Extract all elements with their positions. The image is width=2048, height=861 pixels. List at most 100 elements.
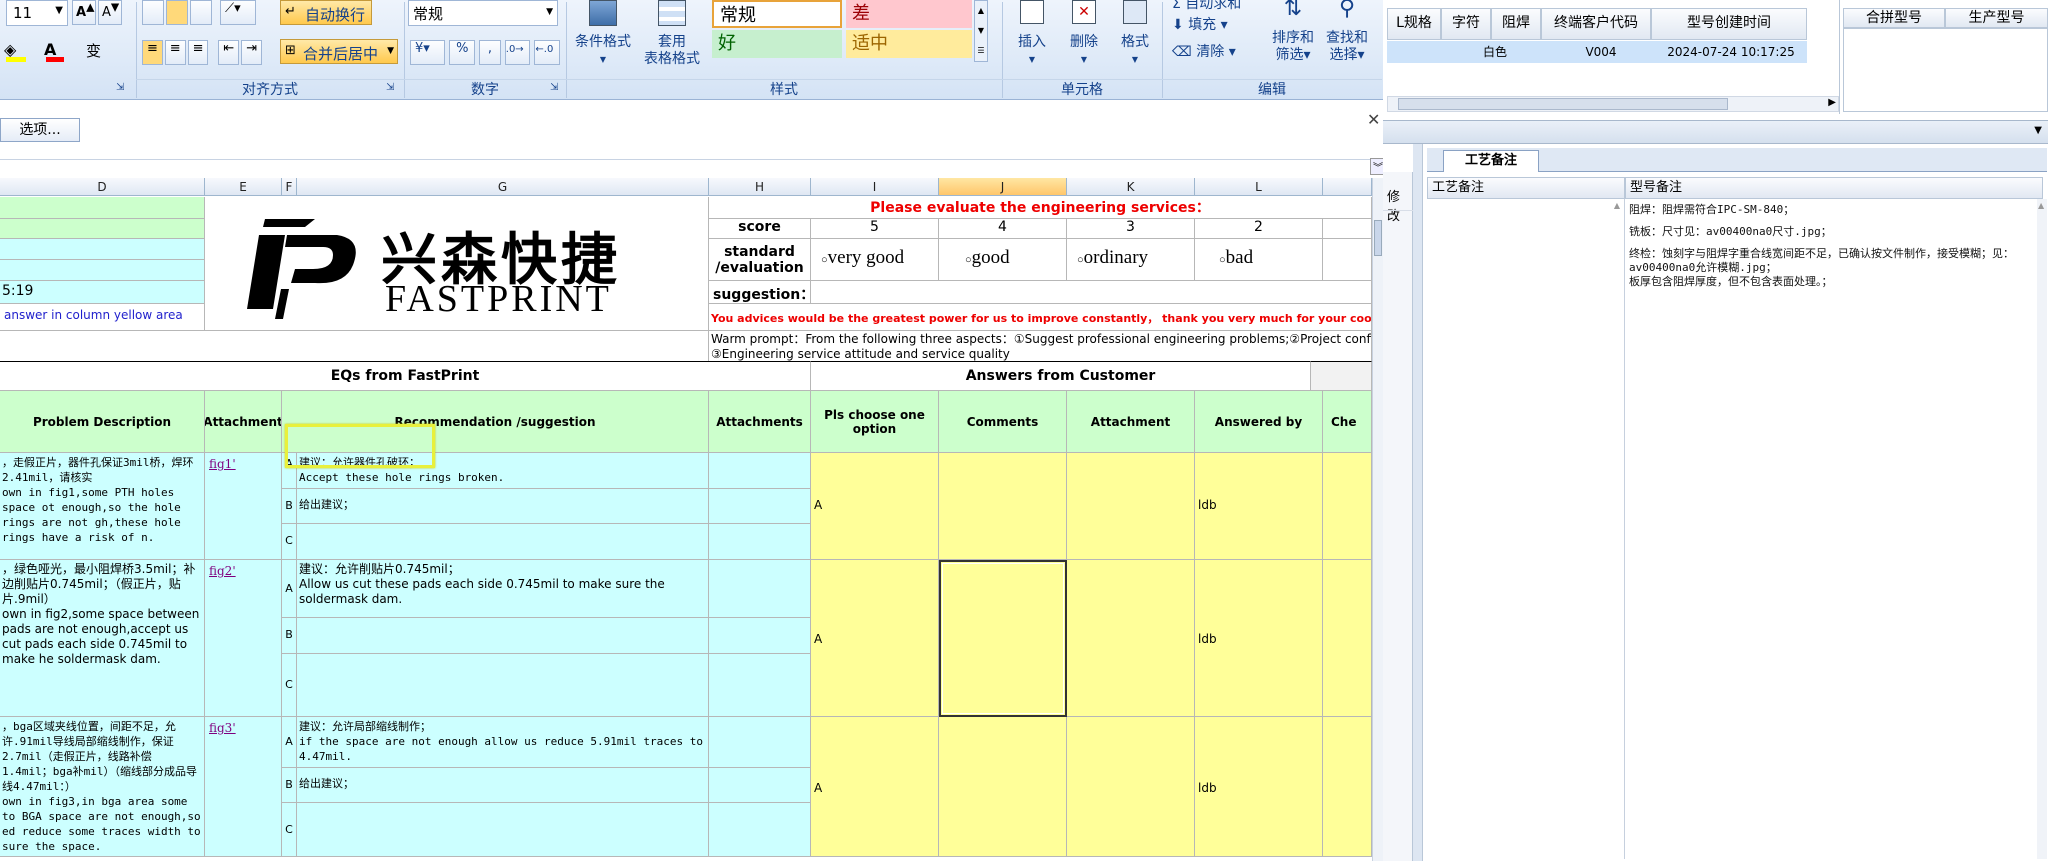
rating-bad[interactable]: ○bad (1195, 239, 1323, 281)
column-header-m[interactable] (1323, 178, 1372, 196)
comma-button[interactable]: , (479, 40, 501, 65)
cell-d4[interactable] (0, 197, 205, 219)
panel-splitter[interactable]: ▼ (1383, 120, 2048, 144)
fill-button[interactable]: ⬇ 填充 ▾ (1172, 17, 1228, 34)
autosum-button[interactable]: Σ 自动求和 (1172, 0, 1241, 13)
option-c-cell-1[interactable] (297, 524, 709, 560)
fig2-link-cell[interactable]: fig2' (205, 560, 282, 717)
delete-button[interactable]: ✕ 删除 ▼ (1058, 0, 1110, 78)
answered-by-cell-2[interactable]: ldb (1195, 560, 1323, 717)
header-char[interactable]: 字符 (1441, 8, 1491, 40)
worksheet-vertical-scrollbar[interactable] (1372, 178, 1383, 861)
attachments-cell-3b[interactable] (709, 768, 811, 803)
close-icon[interactable]: ✕ (1367, 110, 1380, 129)
cell-d9[interactable]: answer in column yellow area (0, 304, 205, 331)
attachments-cell-2a[interactable] (709, 560, 811, 618)
merge-center-button[interactable]: ⊞ 合并后居中 ▼ (280, 39, 398, 64)
sort-filter-button[interactable]: ⇅ 排序和 筛选▾ (1268, 0, 1318, 78)
check-cell-3[interactable] (1323, 717, 1372, 857)
column-header-f[interactable]: F (282, 178, 297, 196)
column-header-h[interactable]: H (709, 178, 811, 196)
attachments-cell-3a[interactable] (709, 717, 811, 768)
fill-color-button[interactable]: ◈ (4, 40, 34, 64)
fig3-link-cell[interactable]: fig3' (205, 717, 282, 857)
answered-by-cell-1[interactable]: ldb (1195, 453, 1323, 560)
clear-button[interactable]: ⌫ 清除 ▾ (1172, 44, 1236, 61)
grow-font-button[interactable]: A▲ (72, 0, 96, 25)
header-production-model[interactable]: 生产型号 (1945, 8, 2048, 28)
cell-d8[interactable]: 5:19 (0, 281, 205, 304)
choice-cell-1[interactable]: A (811, 453, 939, 560)
options-button[interactable]: 选项... (0, 118, 80, 142)
tab-process-notes[interactable]: 工艺备注 (1443, 150, 1539, 172)
comments-cell-2-selected[interactable] (939, 560, 1067, 717)
comments-cell-1[interactable] (939, 453, 1067, 560)
column-model-notes[interactable]: 型号备注 (1625, 177, 2043, 199)
check-cell-2[interactable] (1323, 560, 1372, 717)
header-spec[interactable]: L规格 (1387, 8, 1441, 40)
column-header-l[interactable]: L (1195, 178, 1323, 196)
style-bad[interactable]: 差 (846, 0, 972, 28)
check-cell-1[interactable] (1323, 453, 1372, 560)
comments-cell-3[interactable] (939, 717, 1067, 857)
align-middle-button[interactable] (166, 0, 188, 25)
attachments-cell-1a[interactable] (709, 453, 811, 489)
format-cells-button[interactable]: 格式 ▼ (1110, 0, 1160, 78)
column-header-d[interactable]: D (0, 178, 205, 196)
option-a-cell-3[interactable]: 建议：允许局部缩线制作； if the space are not enough … (297, 717, 709, 768)
model-list[interactable] (1843, 28, 2048, 112)
cell-d6[interactable] (0, 239, 205, 260)
selected-row[interactable]: 白色 V004 2024-07-24 10:17:25 (1387, 41, 1807, 63)
chevron-down-icon[interactable]: ▼ (2034, 125, 2042, 136)
scroll-thumb[interactable] (1398, 98, 1728, 110)
radio-icon[interactable]: ○ (965, 254, 972, 266)
fig1-link[interactable]: fig1' (209, 457, 236, 471)
problem-cell-1[interactable]: ，走假正片，器件孔保证3mil桥，焊环2.41mil，请核实 own in fi… (0, 453, 205, 560)
attachments-cell-1c[interactable] (709, 524, 811, 560)
customer-attachment-cell-3[interactable] (1067, 717, 1195, 857)
option-c-cell-2[interactable] (297, 654, 709, 717)
column-header-e[interactable]: E (205, 178, 282, 196)
decrease-indent-button[interactable]: ⇤ (218, 40, 240, 65)
cell-d5[interactable] (0, 219, 205, 239)
decrease-decimal-button[interactable]: ←.0 (534, 40, 561, 65)
customer-attachment-cell-1[interactable] (1067, 453, 1195, 560)
option-a-cell-2[interactable]: 建议：允许削贴片0.745mil； Allow us cut these pads… (297, 560, 709, 618)
fig3-link[interactable]: fig3' (209, 721, 236, 735)
cell-d7[interactable] (0, 260, 205, 281)
column-process-notes[interactable]: 工艺备注 (1427, 177, 1625, 199)
font-size-select[interactable]: 11 ▼ (6, 0, 68, 26)
option-c-cell-3[interactable] (297, 803, 709, 857)
option-b-cell-3[interactable]: 给出建议； (297, 768, 709, 803)
chevron-right-icon[interactable]: ▶ (1828, 97, 1836, 108)
align-center-button[interactable]: ≡ (164, 40, 186, 65)
orientation-button[interactable]: ⟋▾ (220, 0, 256, 25)
suggestion-input[interactable] (811, 281, 1372, 304)
vertical-splitter[interactable] (1413, 144, 1423, 861)
style-gallery-scroll[interactable]: ▲ ▼ ☰ (974, 0, 988, 62)
shrink-font-button[interactable]: A▼ (98, 0, 122, 25)
column-header-g[interactable]: G (297, 178, 709, 196)
increase-decimal-button[interactable]: .0→ (504, 40, 531, 65)
customer-attachment-cell-2[interactable] (1067, 560, 1195, 717)
align-right-button[interactable]: ≡ (187, 40, 209, 65)
chevron-up-icon[interactable]: ▲ (2038, 201, 2044, 210)
rating-ordinary[interactable]: ○ordinary (1067, 239, 1195, 281)
choice-cell-2[interactable]: A (811, 560, 939, 717)
increase-indent-button[interactable]: ⇥ (241, 40, 262, 65)
percent-button[interactable]: % (449, 40, 476, 65)
column-header-j[interactable]: J (939, 178, 1067, 196)
number-format-select[interactable]: 常规 ▼ (408, 0, 558, 26)
style-good[interactable]: 好 (712, 30, 842, 58)
fig1-link-cell[interactable]: fig1' (205, 453, 282, 560)
dialog-launcher-icon[interactable]: ⇲ (386, 82, 394, 93)
header-soldermask[interactable]: 阻焊 (1491, 8, 1541, 40)
problem-cell-3[interactable]: ，bga区域夹线位置，间距不足，允许.91mil导线局部缩线制作，保证2.7mi… (0, 717, 205, 857)
radio-icon[interactable]: ○ (821, 254, 828, 266)
modify-label[interactable]: 修改 (1387, 186, 1412, 224)
attachments-cell-3c[interactable] (709, 803, 811, 857)
phonetic-button[interactable]: 变 (86, 40, 116, 64)
rating-good[interactable]: ○good (939, 239, 1067, 281)
column-header-k[interactable]: K (1067, 178, 1195, 196)
column-header-i[interactable]: I (811, 178, 939, 196)
